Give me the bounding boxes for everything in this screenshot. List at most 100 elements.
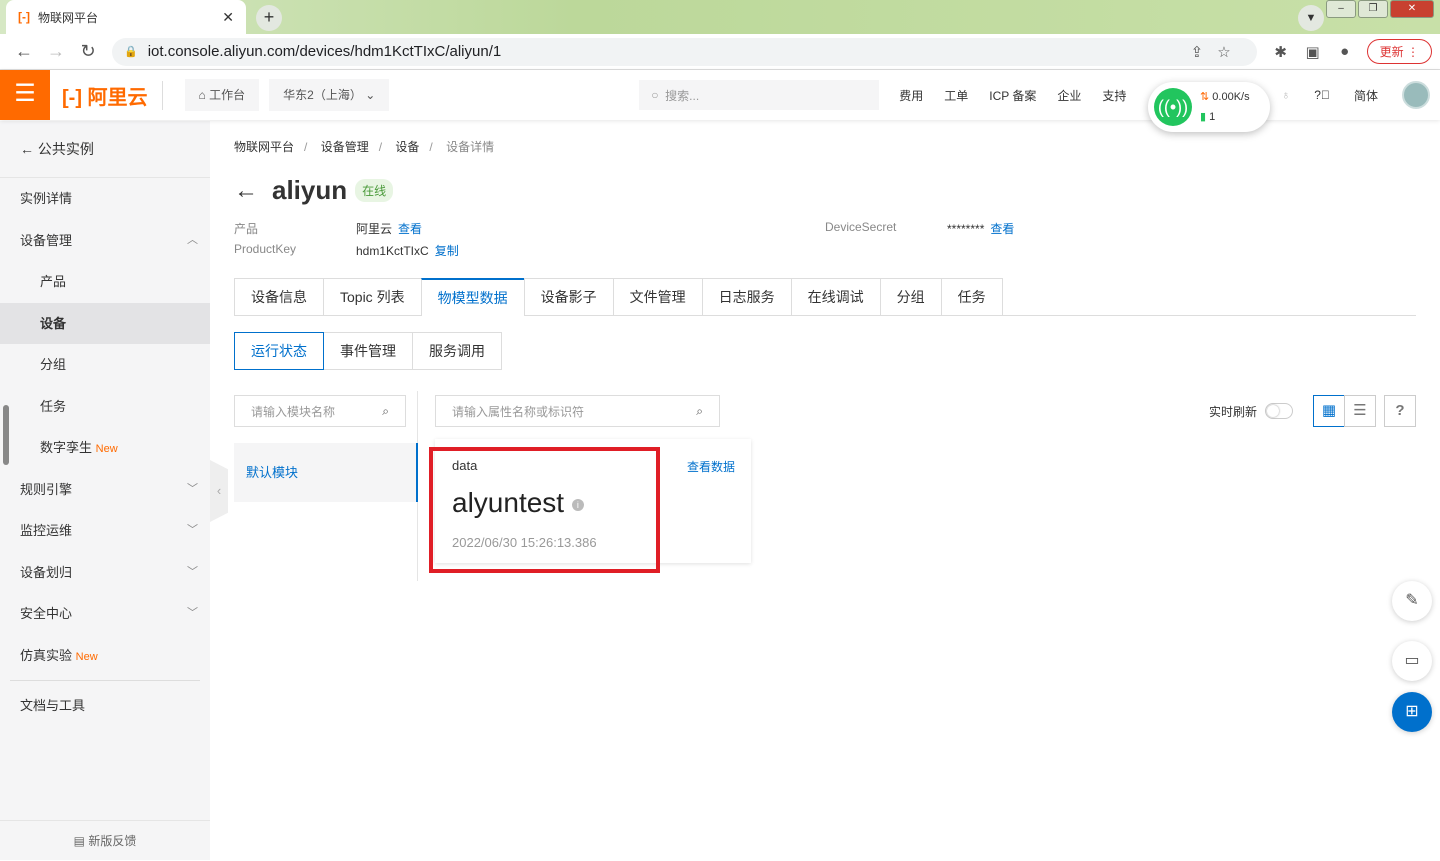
help-button[interactable]: ? — [1384, 395, 1416, 427]
sidebar-item[interactable]: 分组 — [0, 344, 210, 386]
copy-productkey-link[interactable]: 复制 — [435, 244, 459, 258]
sidebar-item[interactable]: 安全中心 ﹀ — [0, 593, 210, 635]
new-badge: New — [95, 443, 118, 455]
close-tab-icon[interactable]: ✕ — [222, 9, 234, 26]
sidebar-item[interactable]: 监控运维 ﹀ — [0, 510, 210, 552]
realtime-label: 实时刷新 — [1208, 404, 1257, 419]
apps-icon[interactable]: ⊞ — [1392, 692, 1432, 732]
share-bookmark-icons[interactable]: ⇪☆ — [1191, 43, 1245, 61]
view-product-link[interactable]: 查看 — [398, 222, 422, 236]
scrollbar-thumb[interactable] — [3, 405, 9, 465]
sidepanel-icon[interactable]: ▣ — [1297, 43, 1329, 61]
sidebar-item-docs[interactable]: 文档与工具 — [0, 685, 210, 727]
view-data-link[interactable]: 查看数据 — [687, 458, 735, 475]
breadcrumb-item[interactable]: 设备 — [395, 140, 419, 154]
tab[interactable]: 设备影子 — [523, 278, 614, 315]
tab[interactable]: 服务调用 — [412, 332, 502, 370]
collapse-sidebar-handle[interactable]: ‹ — [210, 460, 228, 522]
search-icon[interactable]: ⌕ — [382, 404, 389, 419]
sidebar-item[interactable]: 设备管理 ︿ — [0, 220, 210, 262]
highlight-box — [429, 447, 660, 573]
avatar[interactable] — [1402, 81, 1430, 109]
close-window-button[interactable]: ✕ — [1390, 0, 1434, 18]
back-arrow-icon[interactable]: ← — [234, 177, 258, 205]
subtabs: 运行状态 事件管理 服务调用 — [234, 332, 1416, 370]
breadcrumb-item[interactable]: 设备管理 — [321, 140, 369, 154]
list-view-button[interactable]: ☰ — [1344, 395, 1376, 427]
breadcrumb-item[interactable]: 物联网平台 — [234, 140, 294, 154]
profile-icon[interactable]: ● — [1329, 43, 1361, 60]
module-item-default[interactable]: 默认模块 — [234, 443, 418, 502]
update-button[interactable]: 更新 ⋮ — [1366, 39, 1432, 64]
sidebar-item[interactable]: 设备划归 ﹀ — [0, 552, 210, 594]
device-icon: ▮ — [1200, 111, 1207, 123]
back-icon[interactable]: ← — [8, 41, 40, 62]
tab[interactable]: 设备信息 — [234, 278, 324, 315]
property-search-input[interactable]: 请输入属性名称或标识符 ⌕ — [435, 395, 720, 427]
tab[interactable]: 分组 — [879, 278, 942, 315]
back-label: 公共实例 — [37, 141, 94, 157]
grid-view-button[interactable]: ▦ — [1313, 395, 1345, 427]
workbench-button[interactable]: ⌂ 工作台 — [184, 79, 260, 111]
home-icon: ⌂ — [198, 88, 206, 102]
sidebar-item-label: 设备 — [40, 315, 67, 331]
tab[interactable]: 日志服务 — [701, 278, 792, 315]
nav-icp[interactable]: ICP 备案 — [989, 87, 1036, 104]
sidebar-item[interactable]: 仿真实验 New — [0, 635, 210, 677]
browser-tab[interactable]: [-] 物联网平台 ✕ — [6, 0, 246, 34]
search-icon[interactable]: ⌕ — [696, 404, 703, 419]
minimize-button[interactable]: – — [1326, 0, 1356, 18]
nav-tickets[interactable]: 工单 — [944, 87, 968, 104]
reload-icon[interactable]: ↻ — [72, 41, 104, 62]
nav-fees[interactable]: 费用 — [899, 87, 923, 104]
tab[interactable]: 在线调试 — [790, 278, 881, 315]
help-icon[interactable]: ?⃝ — [1314, 88, 1330, 102]
tab[interactable]: 文件管理 — [612, 278, 703, 315]
region-label: 华东2（上海） — [283, 88, 362, 102]
sidebar-item[interactable]: 规则引擎 ﹀ — [0, 469, 210, 511]
tab[interactable]: 物模型数据 — [420, 278, 525, 316]
nav-support[interactable]: 支持 — [1102, 87, 1126, 104]
url-field[interactable]: 🔒 iot.console.aliyun.com/devices/hdm1KctT… — [112, 37, 1257, 66]
tab[interactable]: 任务 — [940, 278, 1003, 315]
address-bar: ← → ↻ 🔒 iot.console.aliyun.com/devices/hd… — [0, 34, 1440, 70]
module-label: 默认模块 — [246, 465, 299, 480]
browser-tab-bar: [-] 物联网平台 ✕ + ▼ – ❐ ✕ — [0, 0, 1440, 34]
logo[interactable]: [-] 阿里云 — [62, 80, 163, 110]
sidebar-item[interactable]: 任务 — [0, 386, 210, 428]
lightbulb-icon[interactable]: ♁ — [1281, 88, 1290, 102]
chevron-down-icon: ﹀ — [187, 565, 198, 578]
chevron-down-icon: ⌄ — [365, 88, 376, 102]
search-icon: ○ — [651, 88, 659, 102]
extensions-icon[interactable]: ✱ — [1265, 43, 1297, 61]
tab[interactable]: 事件管理 — [323, 332, 413, 370]
sidebar-item[interactable]: 设备 — [0, 302, 210, 344]
docs-label: 文档与工具 — [20, 698, 86, 713]
realtime-toggle[interactable] — [1265, 403, 1293, 419]
chevron-up-icon: ︿ — [187, 233, 198, 246]
aliyun-favicon-icon: [-] — [18, 10, 30, 24]
chat-icon[interactable]: ▭ — [1392, 641, 1432, 681]
new-tab-button[interactable]: + — [256, 5, 282, 31]
sidebar-item[interactable]: 数字孪生 New — [0, 427, 210, 469]
sidebar-back-button[interactable]: ← 公共实例 — [0, 121, 210, 178]
tab[interactable]: Topic 列表 — [323, 278, 422, 315]
sidebar-item[interactable]: 产品 — [0, 261, 210, 303]
new-badge: New — [75, 650, 98, 663]
menu-icon[interactable]: ☰ — [0, 70, 50, 120]
global-search[interactable]: ○ 搜索... — [639, 80, 880, 110]
sidebar-item-label: 监控运维 — [20, 523, 73, 538]
nav-enterprise[interactable]: 企业 — [1057, 87, 1081, 104]
maximize-button[interactable]: ❐ — [1358, 0, 1388, 18]
sidebar-item[interactable]: 实例详情 — [0, 178, 210, 220]
forward-icon[interactable]: → — [40, 41, 72, 62]
tab-search-icon[interactable]: ▼ — [1298, 5, 1324, 31]
feedback-button[interactable]: ▤ 新版反馈 — [0, 820, 210, 860]
edit-icon[interactable]: ✎ — [1392, 581, 1432, 621]
language-switch[interactable]: 简体 — [1354, 87, 1378, 104]
region-select[interactable]: 华东2（上海） ⌄ — [269, 79, 390, 111]
tab[interactable]: 运行状态 — [234, 332, 324, 370]
productkey-value: hdm1KctTIxC — [356, 244, 429, 258]
view-secret-link[interactable]: 查看 — [990, 222, 1014, 236]
module-search-input[interactable]: 请输入模块名称 ⌕ — [234, 395, 406, 427]
